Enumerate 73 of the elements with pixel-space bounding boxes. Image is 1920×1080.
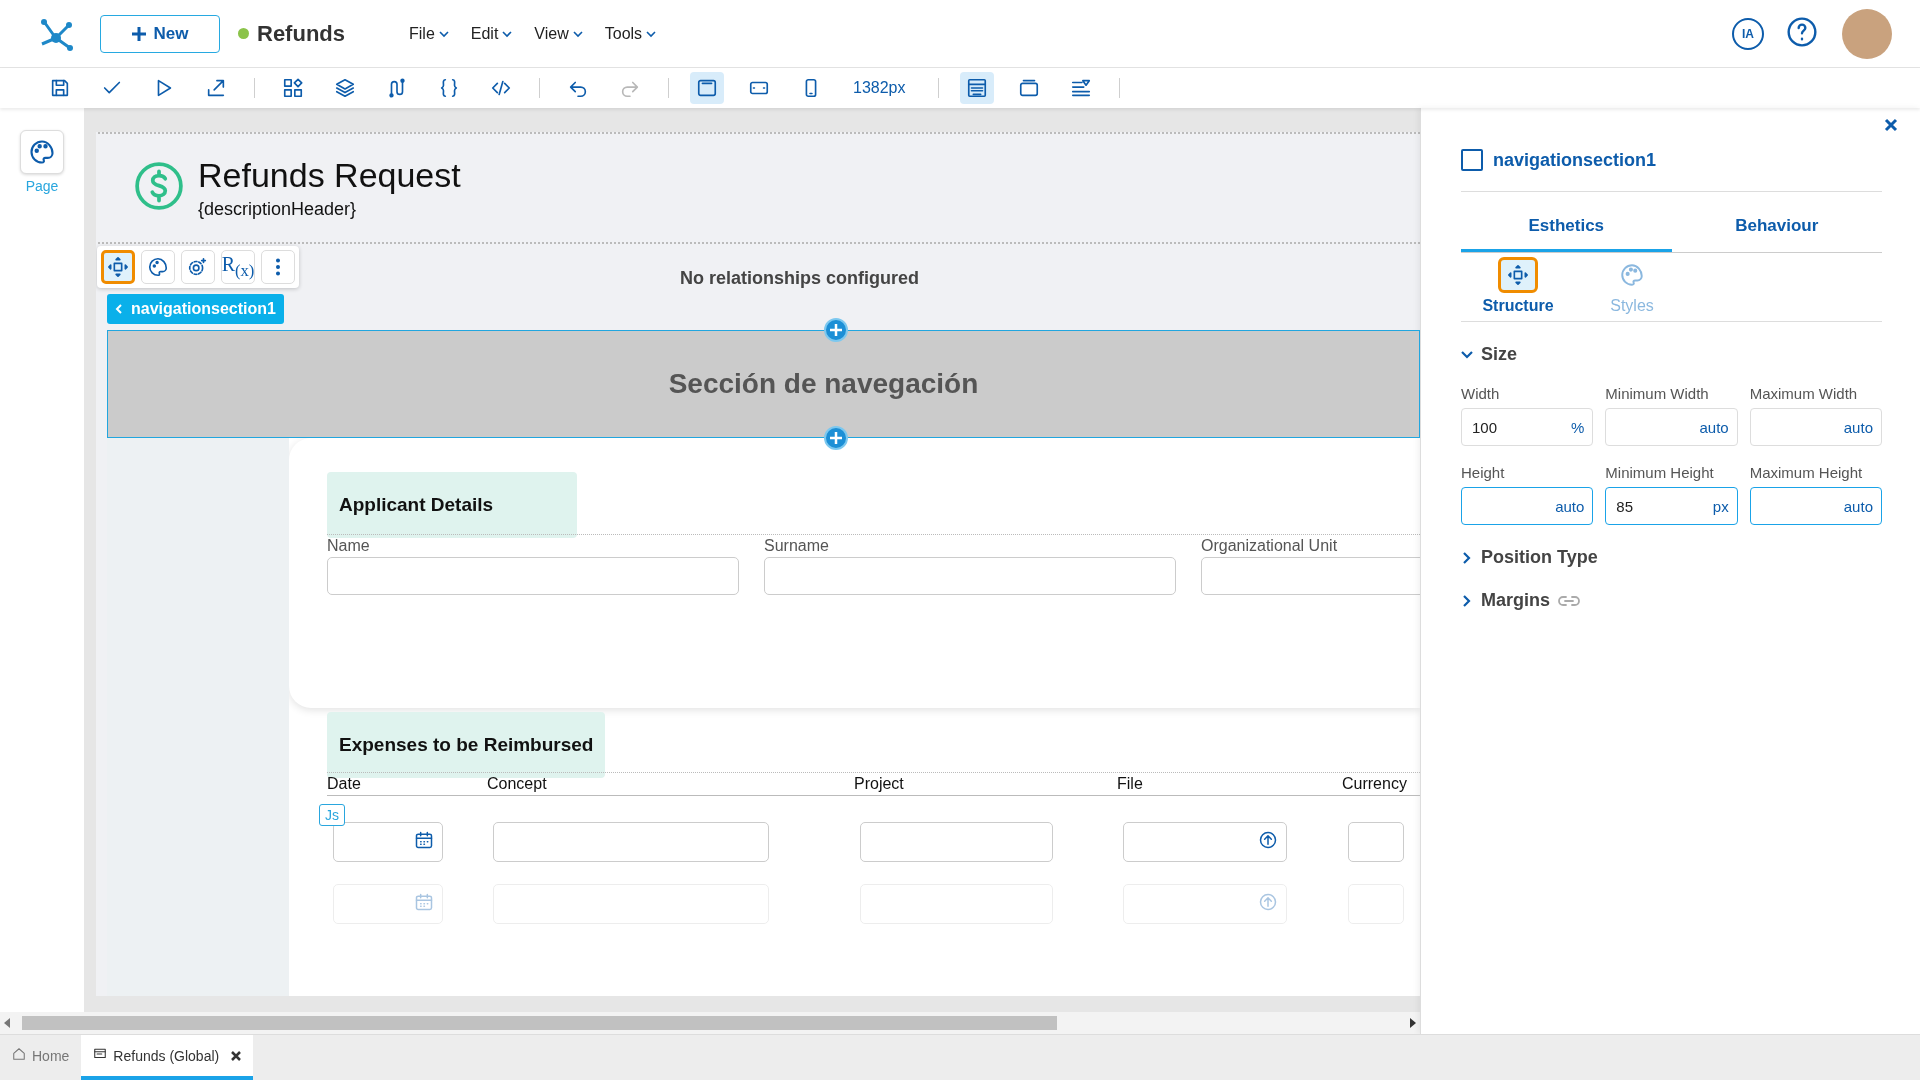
formula-icon[interactable]: R$_{(x)}$ [221, 250, 255, 284]
panel-tab[interactable]: Esthetics [1461, 202, 1672, 252]
input-field[interactable]: auto [1749, 408, 1882, 446]
field-label: Minimum Width [1605, 385, 1710, 402]
page-subtitle: {descriptionHeader} [198, 199, 358, 220]
page-title: Refunds Request [198, 156, 461, 195]
input-field[interactable] [764, 557, 1176, 595]
chevron-down-icon [572, 29, 583, 38]
chevron-down-icon [502, 29, 513, 38]
palette-icon[interactable] [141, 250, 175, 284]
field-label: Maximum Width [1749, 385, 1859, 402]
move-icon[interactable] [101, 250, 135, 284]
chevron-down-icon [438, 29, 449, 38]
chevron-right-icon [1461, 551, 1473, 564]
field-label: Name [327, 536, 371, 556]
input-field[interactable]: auto [1605, 408, 1738, 446]
panel-title: navigationsection1 [1493, 149, 1657, 171]
navigation-section[interactable]: Sección de navegación [107, 330, 1420, 438]
input-field[interactable] [860, 822, 1053, 862]
input-field[interactable] [1348, 822, 1404, 862]
new-button[interactable]: New [100, 14, 220, 53]
scroll-right-icon[interactable] [1410, 1018, 1416, 1028]
panel-tab[interactable]: Behaviour [1671, 202, 1882, 252]
field-label: Maximum Height [1749, 464, 1864, 481]
section-title: Applicant Details [327, 472, 577, 538]
column-header: Project [854, 774, 905, 794]
checkbox[interactable] [1461, 149, 1483, 171]
section-heading: Sección de navegación [668, 368, 979, 400]
input-field[interactable] [493, 822, 769, 862]
input-field[interactable]: 100 % [1461, 408, 1594, 446]
document-tab[interactable]: Refunds (Global) [81, 1035, 254, 1080]
section-title: Expenses to be Reimbursed [327, 712, 606, 778]
menu-item[interactable]: View [534, 24, 583, 43]
document-tab[interactable]: Home [0, 1035, 82, 1080]
relationships-message: No relationships configured [679, 267, 920, 289]
desktop-icon[interactable] [690, 72, 724, 104]
move-icon [1498, 257, 1538, 293]
menu-item[interactable]: Tools [604, 24, 657, 43]
field-label: Minimum Height [1605, 464, 1715, 481]
plus-icon [131, 26, 146, 41]
add-icon[interactable] [823, 318, 848, 342]
input-field[interactable]: auto [1749, 487, 1882, 525]
field-label: Surname [764, 536, 830, 556]
canvas-width: 1382px [853, 79, 906, 97]
input-field[interactable] [327, 557, 739, 595]
field-label: Organizational Unit [1201, 536, 1339, 556]
section-header[interactable]: Size [1461, 344, 1882, 365]
input-field[interactable]: 85 px [1605, 487, 1738, 525]
document-title: Refunds [257, 20, 345, 47]
ai-button[interactable]: IA [1732, 17, 1764, 50]
chevron-left-icon [115, 304, 123, 314]
input-field[interactable] [333, 822, 443, 862]
input-field[interactable]: auto [1461, 487, 1594, 525]
horizontal-scrollbar[interactable] [0, 1012, 1420, 1034]
rail-label: Page [25, 178, 59, 194]
column-header: Currency [1342, 774, 1408, 794]
field-label: Height [1461, 464, 1506, 481]
panel-layout-icon[interactable] [959, 72, 994, 104]
chevron-right-icon [1461, 594, 1473, 607]
chevron-down-icon [1461, 348, 1473, 361]
menu-item[interactable]: Edit [470, 24, 513, 43]
gear-icon[interactable] [181, 250, 215, 284]
input-field[interactable] [1123, 822, 1287, 862]
chevron-down-icon [646, 29, 657, 38]
field-label: Width [1461, 385, 1501, 402]
menu-item[interactable]: File [409, 24, 449, 43]
palette-icon[interactable] [20, 130, 64, 174]
section-header[interactable]: Position Type [1461, 547, 1882, 568]
section-header[interactable]: Margins [1461, 590, 1882, 611]
subtab[interactable]: Structure [1473, 257, 1563, 315]
more-icon[interactable] [261, 250, 295, 284]
scroll-left-icon[interactable] [4, 1018, 10, 1028]
column-header: File [1117, 774, 1144, 794]
